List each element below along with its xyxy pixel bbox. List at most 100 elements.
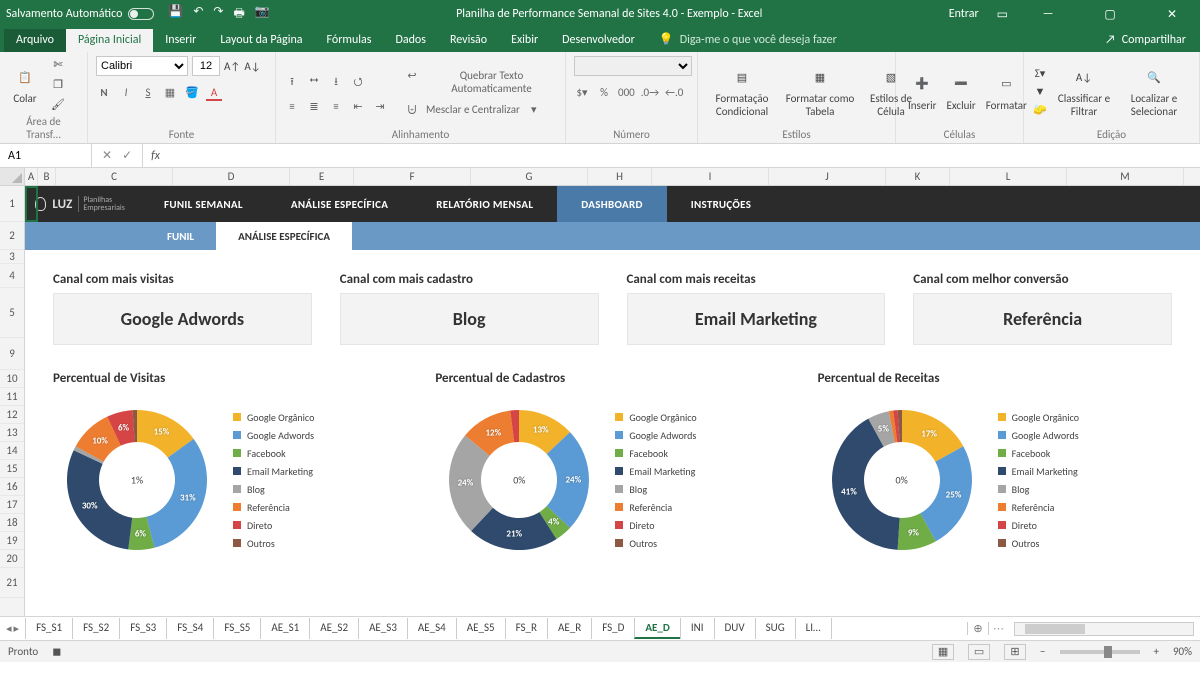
tab-data[interactable]: Dados: [383, 29, 437, 52]
redo-icon[interactable]: ↷: [213, 4, 223, 25]
align-middle-icon[interactable]: ⭤: [306, 73, 322, 92]
row-4[interactable]: 4: [0, 264, 24, 288]
align-center-icon[interactable]: ≣: [306, 100, 322, 113]
increase-decimal-icon[interactable]: .0→: [641, 86, 659, 99]
sheet-tab-AE_D[interactable]: AE_D: [634, 618, 680, 639]
merge-center-button[interactable]: ⨄Mesclar e Centralizar▾: [404, 103, 557, 117]
increase-indent-icon[interactable]: ⇥: [372, 100, 388, 113]
number-format-select[interactable]: [574, 56, 692, 76]
ribbon-display-icon[interactable]: ▭: [997, 7, 1008, 22]
col-M[interactable]: M: [1067, 168, 1184, 185]
align-left-icon[interactable]: ≡: [284, 100, 300, 113]
minimize-button[interactable]: —: [1026, 7, 1070, 21]
sheet-tab-INI[interactable]: INI: [680, 618, 715, 639]
cancel-formula-icon[interactable]: ✕: [102, 148, 112, 163]
select-all-corner[interactable]: [0, 168, 25, 185]
currency-icon[interactable]: $▾: [574, 86, 590, 99]
delete-cells-button[interactable]: ➖Excluir: [943, 69, 980, 114]
fx-icon[interactable]: fx: [143, 149, 168, 163]
save-icon[interactable]: 💾: [168, 4, 183, 25]
row-16[interactable]: 16: [0, 478, 24, 496]
col-D[interactable]: D: [173, 168, 290, 185]
sheet-tab-DUV[interactable]: DUV: [714, 618, 756, 639]
sheet-tab-FS_D[interactable]: FS_D: [591, 618, 635, 639]
copy-icon[interactable]: ❐: [50, 78, 66, 92]
row-10[interactable]: 10: [0, 370, 24, 388]
col-H[interactable]: H: [588, 168, 652, 185]
tab-formulas[interactable]: Fórmulas: [315, 29, 384, 52]
decrease-font-icon[interactable]: A↓: [244, 60, 260, 73]
row-15[interactable]: 15: [0, 460, 24, 478]
sheet-tab-AE_R[interactable]: AE_R: [547, 618, 592, 639]
sheet-tab-AE_S3[interactable]: AE_S3: [358, 618, 408, 639]
sheet-tab-AE_S5[interactable]: AE_S5: [456, 618, 506, 639]
tab-file[interactable]: Arquivo: [4, 29, 66, 52]
col-J[interactable]: J: [769, 168, 886, 185]
autosave-switch-icon[interactable]: [128, 8, 154, 20]
tab-overflow-icon[interactable]: ⋯: [989, 622, 1008, 635]
row-14[interactable]: 14: [0, 442, 24, 460]
row-1[interactable]: 1: [0, 186, 24, 222]
col-G[interactable]: G: [471, 168, 588, 185]
col-A[interactable]: A: [25, 168, 38, 185]
row-21[interactable]: 21: [0, 568, 24, 598]
tab-insert[interactable]: Inserir: [153, 29, 208, 52]
format-painter-icon[interactable]: 🖌: [50, 98, 66, 112]
sheet-tab-FS_S2[interactable]: FS_S2: [72, 618, 120, 639]
autosave-toggle[interactable]: Salvamento Automático: [6, 7, 154, 21]
bold-button[interactable]: N: [96, 86, 112, 101]
sheet-tab-FS_S4[interactable]: FS_S4: [166, 618, 214, 639]
border-icon[interactable]: ▦: [162, 86, 178, 101]
conditional-formatting-button[interactable]: ▤Formatação Condicional: [706, 62, 778, 120]
scrollbar-thumb[interactable]: [1025, 624, 1085, 634]
print-icon[interactable]: 🖶: [233, 4, 244, 25]
align-right-icon[interactable]: ≡: [328, 100, 344, 113]
sheet-tab-AE_S1[interactable]: AE_S1: [260, 618, 310, 639]
row-13[interactable]: 13: [0, 424, 24, 442]
find-select-button[interactable]: 🔍Localizar e Selecionar: [1120, 62, 1188, 120]
worksheet-area[interactable]: 1 2 3 4 5 9 10 11 12 13 14 15 16 17 18 1…: [0, 186, 1200, 616]
grid-canvas[interactable]: LUZ Planilhas Empresariais FUNIL SEMANAL…: [25, 186, 1200, 616]
fill-color-icon[interactable]: 🪣: [184, 86, 200, 101]
underline-button[interactable]: S: [140, 86, 156, 101]
name-box[interactable]: A1: [0, 144, 92, 167]
subnav-funil[interactable]: FUNIL: [145, 222, 216, 250]
col-B[interactable]: B: [38, 168, 56, 185]
font-size-input[interactable]: [192, 56, 220, 76]
macro-record-icon[interactable]: ◼: [52, 645, 61, 658]
zoom-in-button[interactable]: +: [1154, 645, 1159, 658]
row-11[interactable]: 11: [0, 388, 24, 406]
nav-relatorio-mensal[interactable]: RELATÓRIO MENSAL: [412, 186, 557, 222]
align-top-icon[interactable]: ⭱: [284, 73, 300, 92]
col-I[interactable]: I: [652, 168, 769, 185]
clear-icon[interactable]: 🧽: [1032, 102, 1048, 116]
nav-instrucoes[interactable]: INSTRUÇÕES: [667, 186, 775, 222]
sheet-tab-FS_R[interactable]: FS_R: [505, 618, 548, 639]
sheet-tab-LI…[interactable]: LI…: [795, 618, 832, 639]
enter-formula-icon[interactable]: ✓: [122, 148, 132, 163]
row-19[interactable]: 19: [0, 532, 24, 550]
undo-icon[interactable]: ↶: [193, 4, 203, 25]
sheet-tab-FS_S3[interactable]: FS_S3: [119, 618, 167, 639]
fill-icon[interactable]: ▼: [1032, 84, 1048, 98]
format-as-table-button[interactable]: ▦Formatar como Tabela: [780, 62, 860, 120]
tab-review[interactable]: Revisão: [438, 29, 499, 52]
col-C[interactable]: C: [56, 168, 173, 185]
camera-icon[interactable]: 📷: [255, 4, 270, 25]
decrease-decimal-icon[interactable]: ←.0: [665, 86, 683, 99]
col-K[interactable]: K: [886, 168, 950, 185]
row-headers[interactable]: 1 2 3 4 5 9 10 11 12 13 14 15 16 17 18 1…: [0, 186, 25, 616]
wrap-text-button[interactable]: ↩Quebrar Texto Automaticamente: [404, 69, 557, 95]
row-3[interactable]: 3: [0, 250, 24, 264]
page-break-view-button[interactable]: ⊞: [1004, 644, 1026, 660]
sheet-tab-SUG[interactable]: SUG: [755, 618, 796, 639]
maximize-button[interactable]: ▢: [1088, 7, 1132, 22]
close-button[interactable]: ✕: [1150, 7, 1194, 22]
decrease-indent-icon[interactable]: ⇤: [350, 100, 366, 113]
comma-icon[interactable]: 000: [618, 86, 635, 99]
row-5[interactable]: 5: [0, 288, 24, 338]
font-name-select[interactable]: Calibri: [96, 56, 188, 76]
sheet-tab-AE_S2[interactable]: AE_S2: [309, 618, 359, 639]
cut-icon[interactable]: ✄: [50, 58, 66, 72]
sheet-tab-FS_S5[interactable]: FS_S5: [213, 618, 261, 639]
